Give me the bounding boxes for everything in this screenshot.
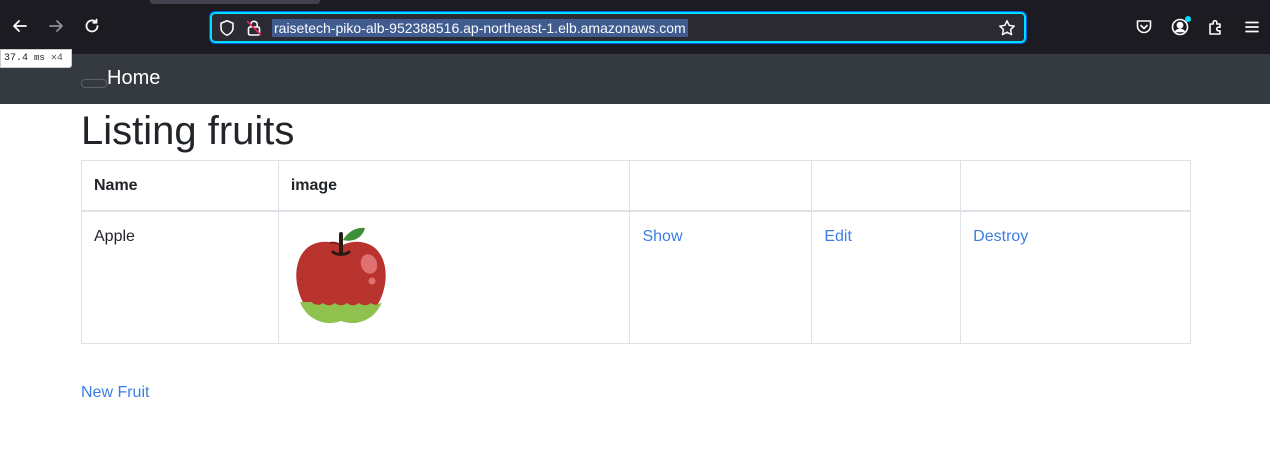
pocket-icon — [1136, 20, 1152, 34]
pocket-button[interactable] — [1134, 17, 1154, 37]
notification-dot — [1185, 16, 1191, 22]
fruit-image-cell — [277, 210, 631, 344]
destroy-cell: Destroy — [960, 210, 1191, 344]
header-empty-show — [629, 160, 813, 212]
menu-button[interactable] — [1242, 17, 1262, 37]
arrow-left-icon — [13, 20, 27, 32]
shield-icon[interactable] — [218, 19, 236, 37]
header-image: image — [277, 160, 631, 212]
header-empty-edit — [811, 160, 962, 212]
table-row: Apple Show Edit Destroy — [81, 210, 1191, 344]
show-link[interactable]: Show — [642, 228, 682, 245]
timing-value: 37.4 — [4, 53, 29, 64]
nav-home-link[interactable]: Home — [107, 67, 160, 89]
apple-image — [296, 227, 386, 323]
timing-unit: ms — [34, 53, 45, 63]
bookmark-star-icon[interactable] — [998, 19, 1016, 37]
browser-toolbar: raisetech-piko-alb-952388516.ap-northeas… — [0, 0, 1270, 54]
menu-icon — [1245, 21, 1259, 33]
fruit-name: Apple — [81, 210, 279, 344]
browser-tab[interactable] — [150, 0, 320, 4]
url-text[interactable]: raisetech-piko-alb-952388516.ap-northeas… — [272, 19, 688, 37]
table-header-row: Name image — [81, 160, 1191, 212]
header-name: Name — [81, 160, 279, 212]
reload-button[interactable] — [78, 12, 106, 40]
fruits-table: Name image Apple Show Edit Destroy — [81, 160, 1191, 344]
show-cell: Show — [629, 210, 813, 344]
timing-badge: 37.4 ms ✕4 — [0, 49, 72, 68]
navbar: Home — [0, 54, 1270, 104]
forward-button[interactable] — [42, 12, 70, 40]
edit-link[interactable]: Edit — [824, 228, 852, 245]
page-title: Listing fruits — [81, 109, 295, 153]
address-bar[interactable]: raisetech-piko-alb-952388516.ap-northeas… — [209, 11, 1027, 44]
destroy-link[interactable]: Destroy — [973, 228, 1028, 245]
navbar-toggler[interactable] — [81, 79, 107, 88]
back-button[interactable] — [6, 12, 34, 40]
header-empty-destroy — [960, 160, 1191, 212]
timing-multiplier: ✕4 — [50, 53, 63, 64]
insecure-lock-icon[interactable] — [245, 19, 263, 37]
edit-cell: Edit — [811, 210, 962, 344]
arrow-right-icon — [49, 20, 63, 32]
extensions-icon — [1209, 19, 1221, 35]
new-fruit-link[interactable]: New Fruit — [81, 383, 149, 403]
reload-icon — [85, 18, 99, 33]
extensions-button[interactable] — [1206, 17, 1226, 37]
